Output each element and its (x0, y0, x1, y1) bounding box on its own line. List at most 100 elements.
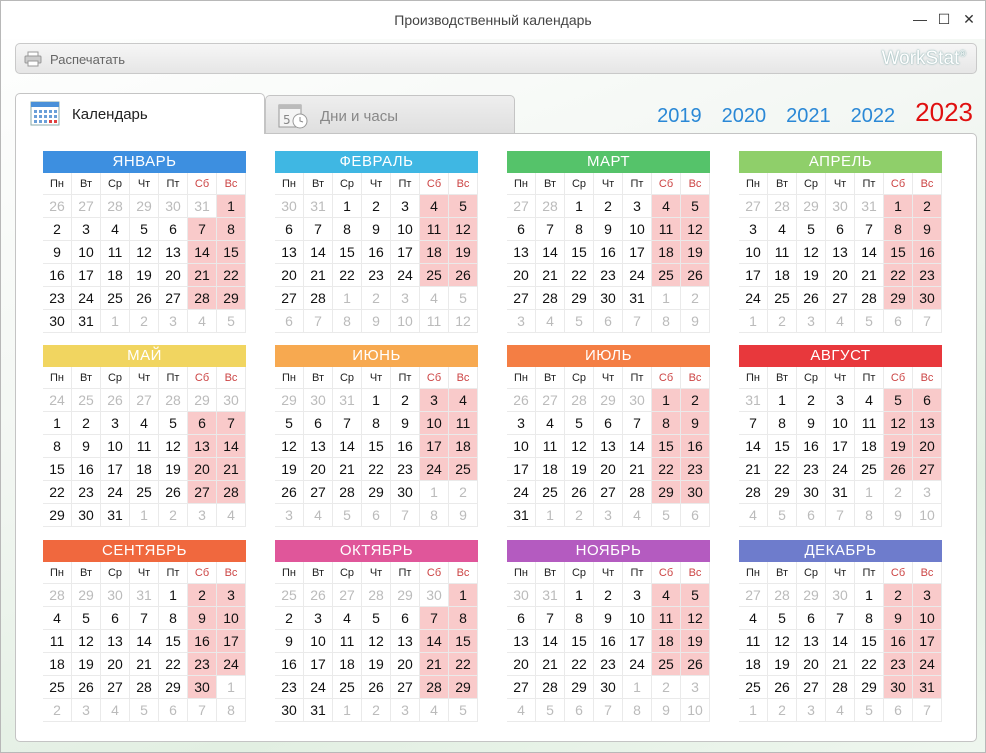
day-cell-adjacent[interactable]: 3 (681, 676, 710, 699)
day-cell-adjacent[interactable]: 8 (333, 310, 362, 333)
day-cell[interactable]: 10 (101, 435, 130, 458)
day-cell-adjacent[interactable]: 30 (420, 584, 449, 607)
day-cell[interactable]: 27 (159, 287, 188, 310)
day-cell[interactable]: 22 (565, 653, 594, 676)
day-cell[interactable]: 25 (101, 287, 130, 310)
day-cell-adjacent[interactable]: 30 (507, 584, 536, 607)
day-cell-adjacent[interactable]: 26 (101, 389, 130, 412)
day-cell[interactable]: 3 (623, 195, 652, 218)
day-cell[interactable]: 26 (768, 676, 797, 699)
day-cell[interactable]: 30 (797, 481, 826, 504)
day-cell[interactable]: 7 (304, 218, 333, 241)
day-cell[interactable]: 6 (101, 607, 130, 630)
day-cell[interactable]: 5 (797, 218, 826, 241)
day-cell-adjacent[interactable]: 27 (130, 389, 159, 412)
day-cell[interactable]: 16 (594, 630, 623, 653)
day-cell[interactable]: 15 (159, 630, 188, 653)
day-cell[interactable]: 3 (72, 218, 101, 241)
day-cell[interactable]: 12 (275, 435, 304, 458)
day-cell[interactable]: 3 (826, 389, 855, 412)
day-cell-weekend[interactable]: 5 (449, 195, 478, 218)
day-cell[interactable]: 2 (391, 389, 420, 412)
day-cell-weekend[interactable]: 8 (449, 607, 478, 630)
day-cell-adjacent[interactable]: 9 (362, 310, 391, 333)
day-cell[interactable]: 1 (768, 389, 797, 412)
day-cell-adjacent[interactable]: 31 (739, 389, 768, 412)
day-cell-adjacent[interactable]: 2 (565, 504, 594, 527)
day-cell-adjacent[interactable]: 4 (101, 699, 130, 722)
day-cell[interactable]: 21 (536, 653, 565, 676)
day-cell-adjacent[interactable]: 5 (449, 287, 478, 310)
day-cell-weekend[interactable]: 4 (420, 195, 449, 218)
day-cell-adjacent[interactable]: 25 (275, 584, 304, 607)
day-cell[interactable]: 4 (536, 412, 565, 435)
day-cell-weekend[interactable]: 18 (420, 241, 449, 264)
day-cell[interactable]: 28 (536, 287, 565, 310)
day-cell[interactable]: 27 (507, 287, 536, 310)
day-cell[interactable]: 18 (43, 653, 72, 676)
day-cell[interactable]: 9 (43, 241, 72, 264)
day-cell-adjacent[interactable]: 1 (420, 481, 449, 504)
day-cell-weekend[interactable]: 14 (217, 435, 246, 458)
day-cell[interactable]: 12 (362, 630, 391, 653)
day-cell[interactable]: 28 (304, 287, 333, 310)
day-cell[interactable]: 28 (826, 676, 855, 699)
day-cell[interactable]: 23 (72, 481, 101, 504)
day-cell[interactable]: 3 (739, 218, 768, 241)
day-cell-adjacent[interactable]: 4 (826, 310, 855, 333)
day-cell[interactable]: 14 (623, 435, 652, 458)
day-cell-adjacent[interactable]: 8 (623, 699, 652, 722)
day-cell-adjacent[interactable]: 30 (217, 389, 246, 412)
day-cell-weekend[interactable]: 15 (884, 241, 913, 264)
day-cell[interactable]: 24 (304, 676, 333, 699)
day-cell-weekend[interactable]: 18 (449, 435, 478, 458)
day-cell[interactable]: 21 (855, 264, 884, 287)
day-cell-adjacent[interactable]: 7 (913, 310, 942, 333)
day-cell-weekend[interactable]: 19 (681, 630, 710, 653)
day-cell[interactable]: 20 (159, 264, 188, 287)
day-cell[interactable]: 24 (739, 287, 768, 310)
day-cell[interactable]: 26 (159, 481, 188, 504)
day-cell[interactable]: 10 (623, 607, 652, 630)
day-cell[interactable]: 1 (333, 195, 362, 218)
day-cell-weekend[interactable]: 22 (449, 653, 478, 676)
day-cell-adjacent[interactable]: 26 (507, 389, 536, 412)
day-cell[interactable]: 26 (362, 676, 391, 699)
day-cell-adjacent[interactable]: 27 (739, 584, 768, 607)
day-cell[interactable]: 16 (594, 241, 623, 264)
day-cell[interactable]: 4 (855, 389, 884, 412)
close-icon[interactable]: ✕ (957, 9, 981, 29)
day-cell[interactable]: 21 (826, 653, 855, 676)
day-cell-adjacent[interactable]: 5 (130, 699, 159, 722)
day-cell-adjacent[interactable]: 30 (826, 195, 855, 218)
day-cell[interactable]: 23 (594, 653, 623, 676)
day-cell[interactable]: 27 (797, 676, 826, 699)
day-cell-weekend[interactable]: 2 (681, 389, 710, 412)
day-cell[interactable]: 10 (507, 435, 536, 458)
day-cell[interactable]: 11 (768, 241, 797, 264)
day-cell[interactable]: 7 (536, 607, 565, 630)
day-cell-adjacent[interactable]: 5 (449, 699, 478, 722)
day-cell[interactable]: 18 (536, 458, 565, 481)
day-cell-weekend[interactable]: 29 (884, 287, 913, 310)
day-cell[interactable]: 3 (101, 412, 130, 435)
day-cell[interactable]: 27 (594, 481, 623, 504)
day-cell-adjacent[interactable]: 9 (884, 504, 913, 527)
day-cell-adjacent[interactable]: 2 (449, 481, 478, 504)
day-cell-adjacent[interactable]: 28 (43, 584, 72, 607)
day-cell-adjacent[interactable]: 4 (420, 287, 449, 310)
day-cell[interactable]: 10 (623, 218, 652, 241)
day-cell[interactable]: 12 (72, 630, 101, 653)
day-cell[interactable]: 27 (304, 481, 333, 504)
day-cell-weekend[interactable]: 23 (913, 264, 942, 287)
day-cell[interactable]: 24 (507, 481, 536, 504)
day-cell-adjacent[interactable]: 28 (101, 195, 130, 218)
day-cell[interactable]: 7 (855, 218, 884, 241)
day-cell[interactable]: 15 (855, 630, 884, 653)
day-cell[interactable]: 8 (333, 218, 362, 241)
day-cell[interactable]: 2 (43, 218, 72, 241)
day-cell-adjacent[interactable]: 8 (652, 310, 681, 333)
day-cell-weekend[interactable]: 29 (449, 676, 478, 699)
day-cell[interactable]: 30 (72, 504, 101, 527)
day-cell-weekend[interactable]: 30 (188, 676, 217, 699)
